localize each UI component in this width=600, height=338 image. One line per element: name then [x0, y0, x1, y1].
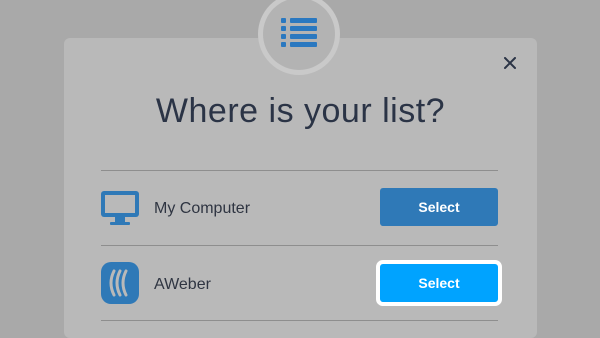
select-aweber-button[interactable]: Select: [380, 264, 498, 302]
source-label-my-computer: My Computer: [154, 200, 251, 217]
divider: [101, 320, 498, 321]
header-badge: [263, 0, 335, 70]
close-button[interactable]: [499, 54, 521, 76]
list-icon: [281, 17, 317, 52]
aweber-logo-icon: [100, 261, 140, 305]
close-icon: [504, 56, 516, 74]
divider: [101, 170, 498, 171]
select-my-computer-button[interactable]: Select: [380, 188, 498, 226]
modal-title: Where is your list?: [155, 92, 446, 130]
divider: [101, 245, 498, 246]
source-label-aweber: AWeber: [154, 276, 211, 293]
computer-monitor-icon: [100, 190, 140, 228]
